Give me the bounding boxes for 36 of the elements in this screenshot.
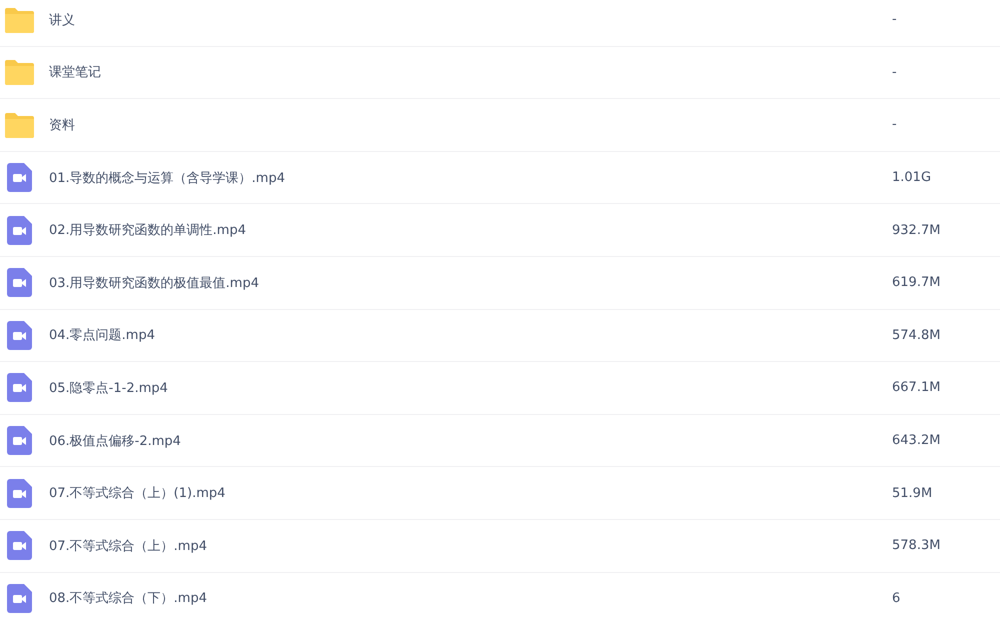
file-name[interactable]: 07.不等式综合（上）.mp4: [49, 536, 892, 555]
file-name[interactable]: 08.不等式综合（下）.mp4: [49, 589, 892, 608]
file-name[interactable]: 资料: [49, 116, 892, 134]
file-name[interactable]: 课堂笔记: [49, 63, 892, 82]
folder-icon: [4, 59, 35, 86]
file-size: 932.7M: [892, 222, 942, 238]
file-name[interactable]: 06.极值点偏移-2.mp4: [49, 432, 892, 450]
video-file-icon: [7, 478, 32, 508]
file-size: 619.7M: [892, 275, 942, 290]
video-file-icon: [7, 268, 32, 298]
video-file-icon: [7, 373, 32, 402]
file-size: 51.9M: [892, 486, 934, 501]
file-size: 667.1M: [892, 380, 942, 396]
file-name[interactable]: 05.隐零点-1-2.mp4: [49, 378, 892, 397]
file-size: -: [892, 117, 898, 132]
file-name[interactable]: 01.导数的概念与运算（含导学课）.mp4: [49, 168, 892, 187]
file-size: 1.01G: [892, 170, 932, 186]
file-size: -: [892, 64, 898, 80]
file-size: 643.2M: [892, 433, 942, 448]
file-size: 574.8M: [892, 328, 942, 343]
file-name[interactable]: 04.零点问题.mp4: [49, 326, 892, 344]
file-name[interactable]: 07.不等式综合（上）(1).mp4: [49, 484, 892, 502]
video-file-icon: [7, 584, 32, 613]
folder-icon: [4, 6, 35, 33]
file-name[interactable]: 讲义: [49, 10, 892, 29]
file-size: 578.3M: [892, 538, 942, 554]
video-file-icon: [7, 163, 32, 192]
file-name[interactable]: 03.用导数研究函数的极值最值.mp4: [49, 274, 892, 292]
file-size: 6: [892, 590, 902, 606]
video-file-icon: [7, 426, 32, 456]
video-file-icon: [7, 320, 32, 350]
file-size: -: [892, 12, 898, 28]
folder-icon: [4, 112, 35, 138]
video-file-icon: [7, 216, 32, 245]
video-file-icon: [7, 531, 32, 560]
file-name[interactable]: 02.用导数研究函数的单调性.mp4: [49, 221, 892, 240]
